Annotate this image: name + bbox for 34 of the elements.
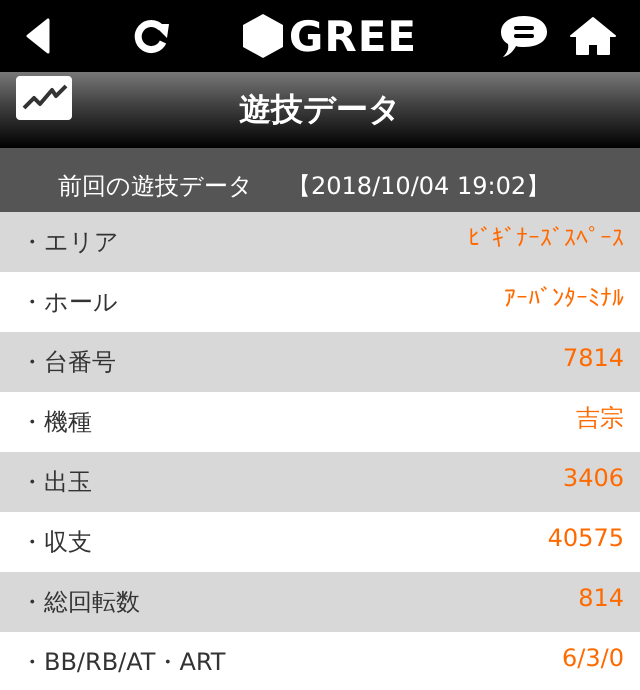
line-graph-icon	[16, 76, 72, 120]
row-label: ホール	[44, 287, 119, 318]
bullet: ・	[20, 527, 44, 558]
row-value: ﾋﾞｷﾞﾅｰｽﾞｽﾍﾟｰｽ	[468, 224, 624, 252]
row-value: 40575	[548, 524, 624, 552]
row-value: 7814	[562, 344, 624, 372]
row-value: 吉宗	[576, 403, 624, 434]
bullet: ・	[20, 347, 44, 378]
section-timestamp: 【2018/10/04 19:02】	[287, 171, 550, 202]
row-label: 台番号	[44, 347, 117, 378]
row-value: 6/3/0	[562, 644, 624, 672]
bullet: ・	[20, 647, 44, 678]
hexagon-icon	[242, 14, 283, 58]
row-label: 収支	[44, 527, 93, 558]
bullet: ・	[20, 287, 44, 318]
row-value: 814	[578, 584, 624, 612]
bullet: ・	[20, 407, 44, 438]
logo-text: GREE	[288, 12, 418, 60]
home-icon[interactable]	[570, 16, 616, 56]
bullet: ・	[20, 467, 44, 498]
row-label: 総回転数	[44, 587, 141, 618]
page-title: 遊技データ	[239, 89, 401, 130]
chat-icon[interactable]	[498, 14, 549, 58]
row-value: ｱｰﾊﾞﾝﾀｰﾐﾅﾙ	[504, 284, 624, 312]
section-label: 前回の遊技データ	[58, 171, 253, 202]
row-value: 3406	[562, 464, 624, 492]
row-label: エリア	[44, 227, 120, 258]
back-icon[interactable]	[26, 18, 50, 54]
row-label: 機種	[44, 407, 93, 438]
bullet: ・	[20, 227, 44, 258]
bullet: ・	[20, 587, 44, 618]
gree-logo[interactable]: GREE	[242, 12, 418, 60]
row-label: BB/RB/AT・ART	[44, 647, 226, 678]
row-label: 出玉	[44, 467, 93, 498]
